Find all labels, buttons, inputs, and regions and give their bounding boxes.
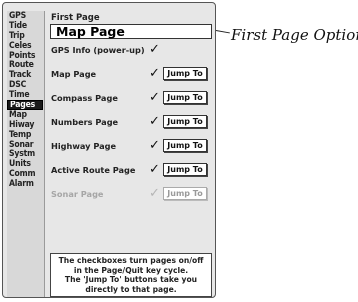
checkbox-map-page[interactable]: ✓ <box>149 67 163 81</box>
pages-settings-panel: First Page Map Page GPS Info (power-up) … <box>47 11 215 299</box>
sidebar-item-units[interactable]: Units <box>7 159 44 169</box>
checkbox-sonar-page[interactable]: ✓ <box>149 187 163 201</box>
jump-to-highway-button[interactable]: Jump To <box>163 139 207 152</box>
jump-to-numbers-button[interactable]: Jump To <box>163 115 207 128</box>
row-highway-page: Highway Page ✓ Jump To <box>50 139 213 153</box>
sidebar-item-map[interactable]: Map <box>7 110 44 120</box>
row-label: Numbers Page <box>51 117 119 127</box>
row-label: Map Page <box>51 69 97 79</box>
sidebar-item-temp[interactable]: Temp <box>7 130 44 140</box>
sidebar-item-pages[interactable]: Pages <box>7 100 43 110</box>
sidebar-item-systm[interactable]: Systm <box>7 149 44 159</box>
sidebar-item-dsc[interactable]: DSC <box>7 80 44 90</box>
checkbox-active-route-page[interactable]: ✓ <box>149 163 163 177</box>
sidebar-item-celes[interactable]: Celes <box>7 41 44 51</box>
jump-to-active-route-button[interactable]: Jump To <box>163 163 207 176</box>
row-gps-info: GPS Info (power-up) ✓ <box>50 43 213 57</box>
sidebar-item-tide[interactable]: Tide <box>7 21 44 31</box>
help-text-box: The checkboxes turn pages on/off in the … <box>50 253 212 297</box>
jump-to-sonar-button[interactable]: Jump To <box>163 187 207 200</box>
sidebar-item-gps[interactable]: GPS <box>7 11 44 21</box>
row-sonar-page: Sonar Page ✓ Jump To <box>50 187 213 201</box>
checkbox-highway-page[interactable]: ✓ <box>149 139 163 153</box>
first-page-field[interactable]: Map Page <box>50 24 212 39</box>
row-label: GPS Info (power-up) <box>51 45 145 55</box>
callout-leader-line <box>215 30 230 34</box>
row-map-page: Map Page ✓ Jump To <box>50 67 213 81</box>
sidebar-item-track[interactable]: Track <box>7 70 44 80</box>
jump-to-map-button[interactable]: Jump To <box>163 67 207 80</box>
help-line-checkboxes: The checkboxes turn pages on/off in the … <box>58 256 204 275</box>
callout-label: First Page Option <box>231 26 358 44</box>
sidebar-item-hiway[interactable]: Hiway <box>7 120 44 130</box>
checkbox-gps-info[interactable]: ✓ <box>149 43 163 57</box>
sidebar-item-alarm[interactable]: Alarm <box>7 179 44 189</box>
help-line-jump-to: The 'Jump To' buttons take you directly … <box>64 275 198 294</box>
sidebar-item-comm[interactable]: Comm <box>7 169 44 179</box>
sidebar-item-time[interactable]: Time <box>7 90 44 100</box>
checkbox-numbers-page[interactable]: ✓ <box>149 115 163 129</box>
first-page-label: First Page <box>51 13 100 23</box>
gps-screen: GPS Tide Trip Celes Points Route Track D… <box>2 2 216 298</box>
sidebar-item-route[interactable]: Route <box>7 60 44 70</box>
jump-to-compass-button[interactable]: Jump To <box>163 91 207 104</box>
row-compass-page: Compass Page ✓ Jump To <box>50 91 213 105</box>
sidebar-item-sonar[interactable]: Sonar <box>7 140 44 150</box>
row-label: Sonar Page <box>51 189 104 199</box>
row-label: Highway Page <box>51 141 117 151</box>
sidebar: GPS Tide Trip Celes Points Route Track D… <box>7 11 45 297</box>
sidebar-item-trip[interactable]: Trip <box>7 31 44 41</box>
sidebar-item-points[interactable]: Points <box>7 51 44 61</box>
checkbox-compass-page[interactable]: ✓ <box>149 91 163 105</box>
row-numbers-page: Numbers Page ✓ Jump To <box>50 115 213 129</box>
row-label: Active Route Page <box>51 165 136 175</box>
row-label: Compass Page <box>51 93 118 103</box>
row-active-route-page: Active Route Page ✓ Jump To <box>50 163 213 177</box>
